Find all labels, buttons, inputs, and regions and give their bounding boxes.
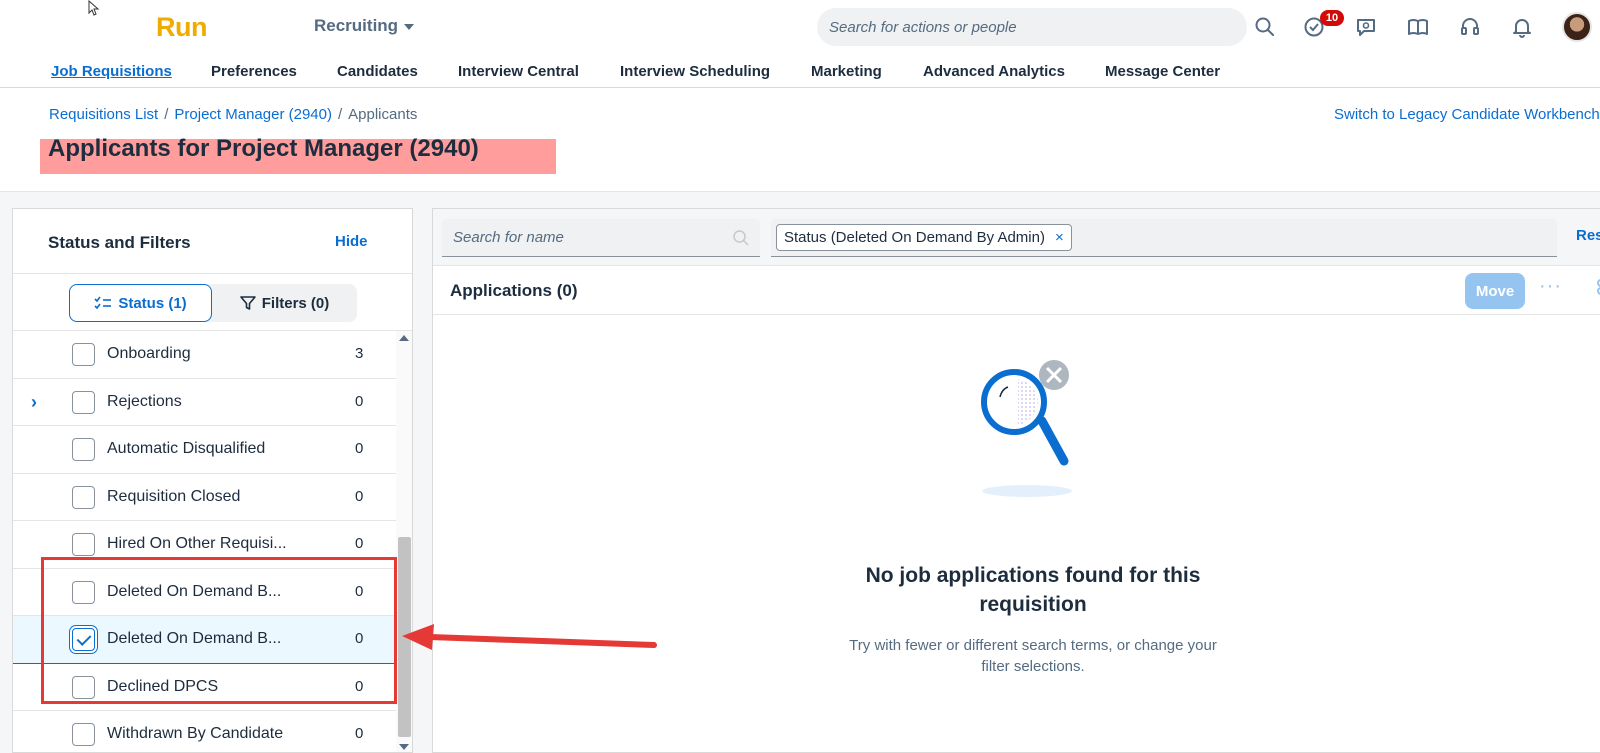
nav-message-center[interactable]: Message Center [1105, 63, 1220, 80]
status-row-onboarding[interactable]: Onboarding 3 [13, 331, 396, 379]
status-count: 3 [355, 345, 364, 362]
breadcrumb-requisitions-list[interactable]: Requisitions List [49, 106, 158, 123]
checklist-icon [94, 296, 112, 310]
filter-funnel-icon [239, 296, 256, 310]
active-filters-field[interactable]: Status (Deleted On Demand By Admin) × [771, 219, 1557, 257]
page-header: Requisitions List / Project Manager (294… [0, 88, 1600, 192]
caret-down-icon [404, 24, 415, 30]
status-count: 0 [355, 487, 364, 505]
status-tab-label: Status (1) [118, 294, 187, 312]
main-navigation: Job Requisitions Preferences Candidates … [0, 54, 1600, 88]
chevron-right-icon[interactable]: › [31, 392, 37, 413]
applications-count-title: Applications (0) [450, 281, 578, 300]
empty-state-title: No job applications found for this requi… [865, 564, 1201, 616]
status-count: 0 [355, 725, 364, 742]
nav-candidates[interactable]: Candidates [337, 63, 418, 80]
status-label: Hired On Other Requisi... [107, 535, 287, 552]
search-icon[interactable] [1253, 15, 1277, 39]
headset-support-icon[interactable] [1458, 15, 1482, 39]
empty-state-subtitle: Try with fewer or different search terms… [849, 637, 1217, 675]
status-tab-button[interactable]: Status (1) [69, 284, 212, 322]
mouse-cursor-icon [88, 0, 100, 16]
status-filter-toggle: Status (1) Filters (0) [69, 284, 357, 322]
close-icon[interactable]: × [1055, 229, 1064, 246]
status-label: Onboarding [107, 345, 191, 362]
breadcrumb-requisition[interactable]: Project Manager (2940) [174, 106, 332, 123]
search-icon[interactable] [731, 228, 751, 248]
status-list-scrollbar[interactable] [396, 331, 412, 752]
divider [13, 273, 412, 274]
status-label: Automatic Disqualified [107, 440, 266, 457]
status-checkbox[interactable] [72, 485, 95, 509]
nav-interview-central[interactable]: Interview Central [458, 63, 579, 80]
global-search-input[interactable] [817, 8, 1247, 46]
no-results-magnifier-icon [981, 360, 1072, 497]
bell-icon[interactable] [1510, 15, 1534, 39]
status-checkbox[interactable] [72, 723, 95, 746]
settings-icon[interactable] [1595, 279, 1600, 295]
status-count: 0 [355, 392, 364, 410]
status-filter-token: Status (Deleted On Demand By Admin) × [776, 224, 1072, 251]
breadcrumb-separator: / [337, 106, 343, 123]
notification-count-badge: 10 [1320, 10, 1344, 26]
nav-advanced-analytics[interactable]: Advanced Analytics [923, 63, 1065, 80]
reset-button[interactable]: Res [1576, 227, 1600, 244]
applications-toolbar: Status (Deleted On Demand By Admin) × Re… [433, 209, 1600, 266]
status-label: Requisition Closed [107, 487, 241, 505]
legacy-workbench-link[interactable]: Switch to Legacy Candidate Workbench [1334, 106, 1600, 123]
nav-marketing[interactable]: Marketing [811, 63, 882, 80]
name-search-input[interactable] [442, 219, 760, 257]
product-logo[interactable]: Run [156, 12, 207, 43]
move-button[interactable]: Move [1465, 273, 1525, 309]
scroll-down-icon[interactable] [399, 744, 409, 750]
highlight-box-annotation [41, 557, 397, 704]
page-title: Applicants for Project Manager (2940) [48, 135, 479, 162]
filters-tab-label: Filters (0) [261, 294, 330, 312]
hide-panel-button[interactable]: Hide [335, 233, 368, 250]
breadcrumb-separator: / [164, 106, 169, 123]
filters-tab-button[interactable]: Filters (0) [212, 284, 357, 322]
breadcrumb: Requisitions List / Project Manager (294… [49, 106, 417, 123]
status-label: Rejections [107, 392, 182, 410]
status-row-requisition-closed[interactable]: Requisition Closed 0 [13, 474, 396, 521]
status-count: 0 [355, 440, 364, 457]
status-row-withdrawn[interactable]: Withdrawn By Candidate 0 [13, 711, 396, 752]
more-options-icon[interactable]: ··· [1539, 275, 1562, 298]
breadcrumb-current: Applicants [348, 106, 418, 123]
nav-job-requisitions[interactable]: Job Requisitions [51, 63, 172, 80]
product-name: Recruiting [314, 16, 399, 35]
status-checkbox[interactable] [72, 438, 95, 461]
status-label: Withdrawn By Candidate [107, 725, 284, 742]
nav-interview-scheduling[interactable]: Interview Scheduling [620, 63, 770, 80]
product-switcher[interactable]: Recruiting [314, 16, 415, 36]
scroll-up-icon[interactable] [399, 335, 409, 341]
panel-title: Status and Filters [48, 233, 191, 252]
user-avatar[interactable] [1562, 12, 1592, 42]
status-checkbox[interactable] [72, 390, 95, 414]
status-row-automatic-disqualified[interactable]: Automatic Disqualified 0 [13, 426, 396, 474]
learning-book-icon[interactable] [1406, 15, 1430, 39]
status-row-rejections[interactable]: › Rejections 0 [13, 379, 396, 426]
nav-preferences[interactable]: Preferences [211, 63, 297, 80]
applications-panel: Status (Deleted On Demand By Admin) × Re… [432, 208, 1600, 753]
assistant-chat-icon[interactable] [1354, 15, 1378, 39]
token-label: Status (Deleted On Demand By Admin) [784, 229, 1045, 246]
status-count: 0 [355, 535, 364, 552]
applications-header: Applications (0) Move ··· [433, 266, 1600, 315]
status-checkbox[interactable] [72, 533, 95, 556]
status-checkbox[interactable] [72, 343, 95, 366]
red-arrow-annotation [402, 624, 657, 650]
shell-bar: Run Recruiting 10 [0, 0, 1600, 54]
